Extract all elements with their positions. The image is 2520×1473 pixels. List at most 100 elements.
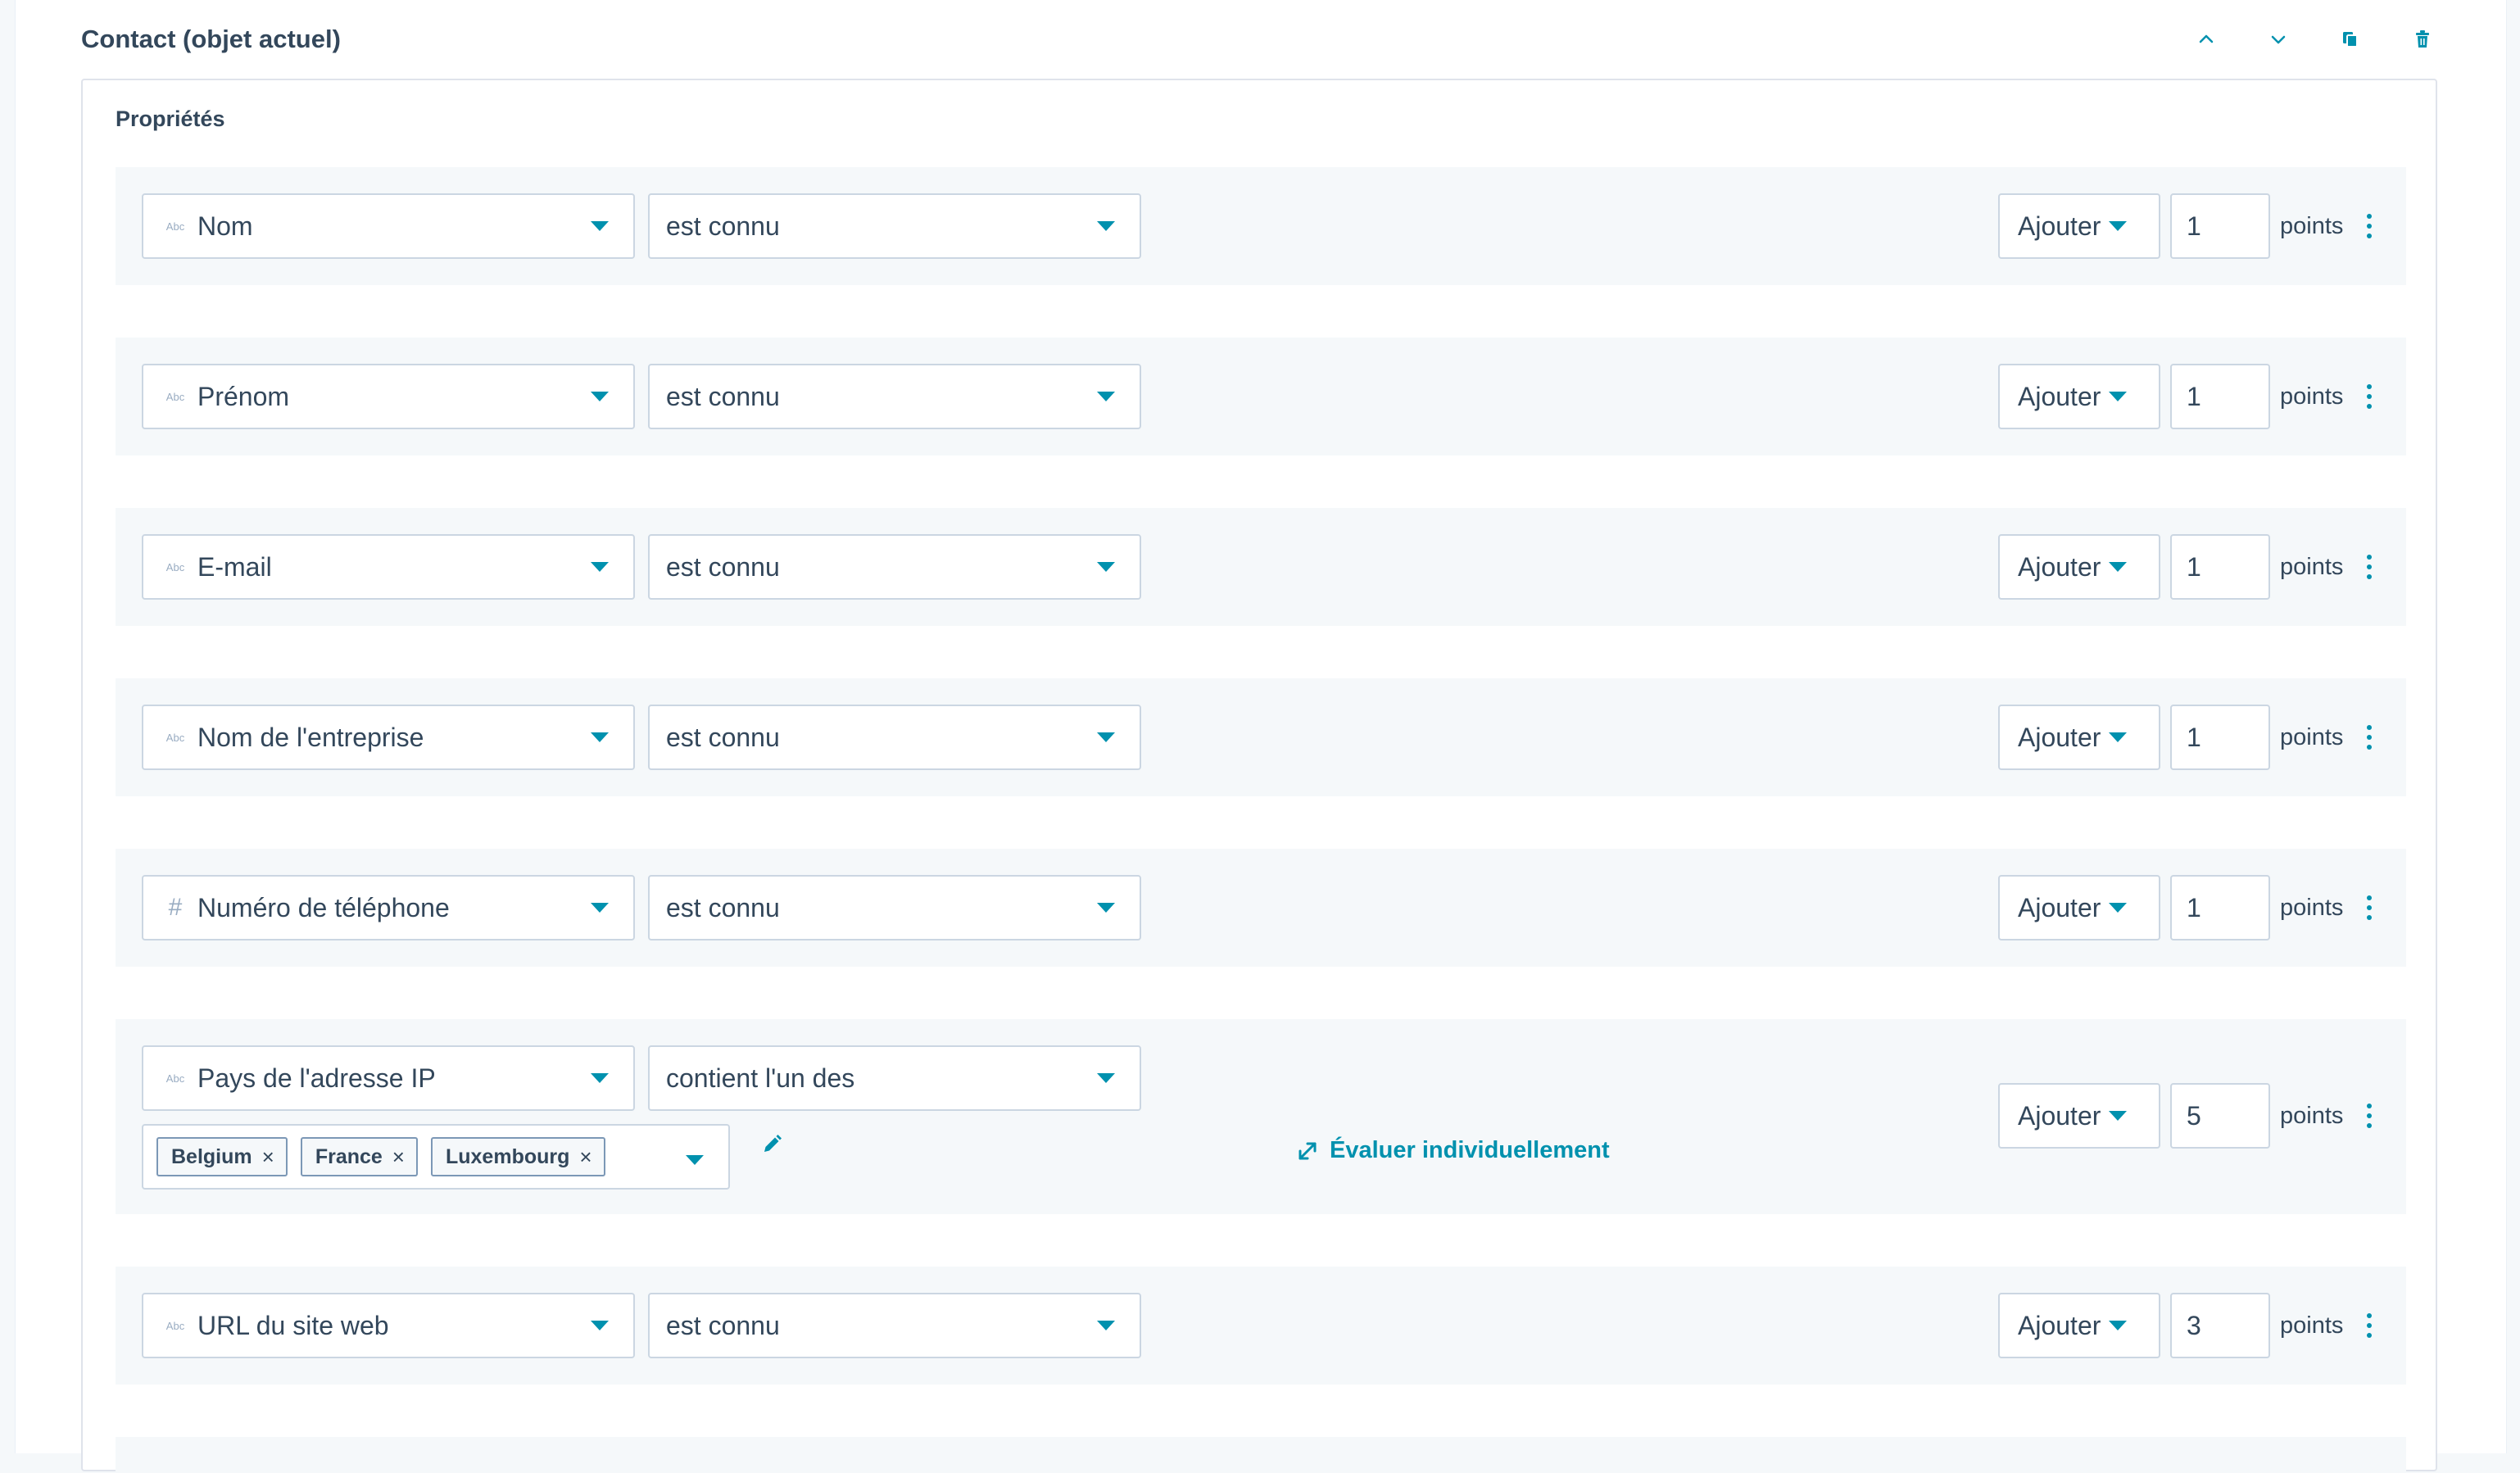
move-down-button[interactable] — [2260, 21, 2296, 57]
caret-down-icon — [591, 392, 609, 401]
operator-select[interactable]: est connu — [648, 875, 1141, 940]
remove-tag-icon[interactable]: × — [262, 1146, 274, 1167]
caret-down-icon — [2109, 392, 2128, 401]
action-value: Ajouter — [2018, 892, 2101, 922]
properties-title: Propriétés — [116, 107, 225, 131]
property-value: Numéro de téléphone — [197, 892, 450, 922]
property-value: Nom de l'entreprise — [197, 722, 424, 752]
card-title: Contact (objet actuel) — [81, 25, 341, 53]
operator-value: est connu — [666, 722, 780, 752]
caret-down-icon — [591, 1321, 609, 1330]
action-value: Ajouter — [2018, 551, 2101, 582]
text-type-icon: Abc — [165, 731, 185, 744]
rule-row: Abc Nom de l'entreprise est connu Ajoute… — [116, 678, 2406, 796]
points-input[interactable] — [2170, 534, 2270, 600]
caret-down-icon — [2109, 1111, 2128, 1121]
chevron-down-icon — [2271, 35, 2286, 44]
action-select[interactable]: Ajouter — [1998, 534, 2160, 600]
action-select[interactable]: Ajouter — [1998, 364, 2160, 429]
caret-down-icon — [2109, 562, 2128, 572]
property-value: URL du site web — [197, 1310, 389, 1340]
caret-down-icon — [1097, 732, 1115, 742]
action-select[interactable]: Ajouter — [1998, 1083, 2160, 1149]
action-value: Ajouter — [2018, 1100, 2101, 1131]
action-select[interactable]: Ajouter — [1998, 705, 2160, 770]
points-input[interactable] — [2170, 1293, 2270, 1358]
rule-row: # Numéro de téléphone est connu Ajouter … — [116, 849, 2406, 967]
operator-select[interactable]: est connu — [648, 364, 1141, 429]
operator-value: est connu — [666, 381, 780, 411]
points-input[interactable] — [2170, 1083, 2270, 1149]
operator-select[interactable]: est connu — [648, 193, 1141, 259]
caret-down-icon — [1097, 562, 1115, 572]
tag-label: Belgium — [171, 1144, 252, 1168]
points-label: points — [2280, 554, 2344, 580]
action-select[interactable]: Ajouter — [1998, 875, 2160, 940]
points-label: points — [2280, 213, 2344, 239]
property-select[interactable]: Abc Nom de l'entreprise — [142, 705, 635, 770]
kebab-menu-icon[interactable] — [2357, 705, 2382, 770]
points-input[interactable] — [2170, 364, 2270, 429]
caret-down-icon — [591, 903, 609, 913]
remove-tag-icon[interactable]: × — [392, 1146, 405, 1167]
points-input[interactable] — [2170, 193, 2270, 259]
caret-down-icon — [1097, 392, 1115, 401]
property-select[interactable]: Abc URL du site web — [142, 1293, 635, 1358]
pencil-icon[interactable] — [761, 1134, 782, 1159]
kebab-menu-icon[interactable] — [2357, 193, 2382, 259]
caret-down-icon — [1097, 1321, 1115, 1330]
kebab-menu-icon[interactable] — [2357, 1293, 2382, 1358]
caret-down-icon[interactable] — [686, 1155, 704, 1165]
kebab-menu-icon[interactable] — [2357, 1083, 2382, 1149]
property-select[interactable]: Abc Prénom — [142, 364, 635, 429]
caret-down-icon — [1097, 1073, 1115, 1083]
property-value: E-mail — [197, 551, 272, 582]
caret-down-icon — [591, 1073, 609, 1083]
text-type-icon: Abc — [165, 390, 185, 403]
caret-down-icon — [2109, 221, 2128, 231]
operator-value: est connu — [666, 551, 780, 582]
kebab-menu-icon[interactable] — [2357, 534, 2382, 600]
values-multiselect[interactable]: Belgium × France × Luxembourg × — [142, 1124, 730, 1190]
property-select[interactable]: # Numéro de téléphone — [142, 875, 635, 940]
operator-select[interactable]: est connu — [648, 1293, 1141, 1358]
property-select[interactable]: Abc Pays de l'adresse IP — [142, 1045, 635, 1111]
copy-icon — [2343, 32, 2358, 48]
operator-value: contient l'un des — [666, 1063, 855, 1093]
property-value: Nom — [197, 211, 253, 241]
property-select[interactable]: Abc E-mail — [142, 534, 635, 600]
caret-down-icon — [2109, 732, 2128, 742]
trash-icon — [2416, 30, 2429, 48]
action-select[interactable]: Ajouter — [1998, 1293, 2160, 1358]
duplicate-button[interactable] — [2332, 21, 2368, 57]
evaluate-link-label: Évaluer individuellement — [1330, 1137, 1610, 1163]
points-input[interactable] — [2170, 875, 2270, 940]
operator-value: est connu — [666, 1310, 780, 1340]
text-type-icon: Abc — [165, 560, 185, 573]
kebab-menu-icon[interactable] — [2357, 364, 2382, 429]
action-select[interactable]: Ajouter — [1998, 193, 2160, 259]
action-value: Ajouter — [2018, 1310, 2101, 1340]
property-value: Pays de l'adresse IP — [197, 1063, 436, 1093]
caret-down-icon — [591, 732, 609, 742]
evaluate-individually-link[interactable]: Évaluer individuellement — [1297, 1137, 1610, 1164]
move-up-button[interactable] — [2188, 21, 2224, 57]
points-label: points — [2280, 1312, 2344, 1339]
rule-row: Abc Pays de l'adresse IP contient l'un d… — [116, 1019, 2406, 1214]
kebab-menu-icon[interactable] — [2357, 875, 2382, 940]
action-value: Ajouter — [2018, 211, 2101, 241]
text-type-icon: Abc — [165, 220, 185, 233]
remove-tag-icon[interactable]: × — [579, 1146, 591, 1167]
operator-select[interactable]: contient l'un des — [648, 1045, 1141, 1111]
delete-button[interactable] — [2404, 21, 2441, 57]
property-select[interactable]: Abc Nom — [142, 193, 635, 259]
points-label: points — [2280, 895, 2344, 921]
chevron-up-icon — [2199, 34, 2214, 43]
points-label: points — [2280, 1103, 2344, 1129]
operator-select[interactable]: est connu — [648, 705, 1141, 770]
rule-row: Abc Nom est connu Ajouter points — [116, 167, 2406, 285]
tag-label: France — [315, 1144, 383, 1168]
operator-value: est connu — [666, 892, 780, 922]
points-input[interactable] — [2170, 705, 2270, 770]
operator-select[interactable]: est connu — [648, 534, 1141, 600]
